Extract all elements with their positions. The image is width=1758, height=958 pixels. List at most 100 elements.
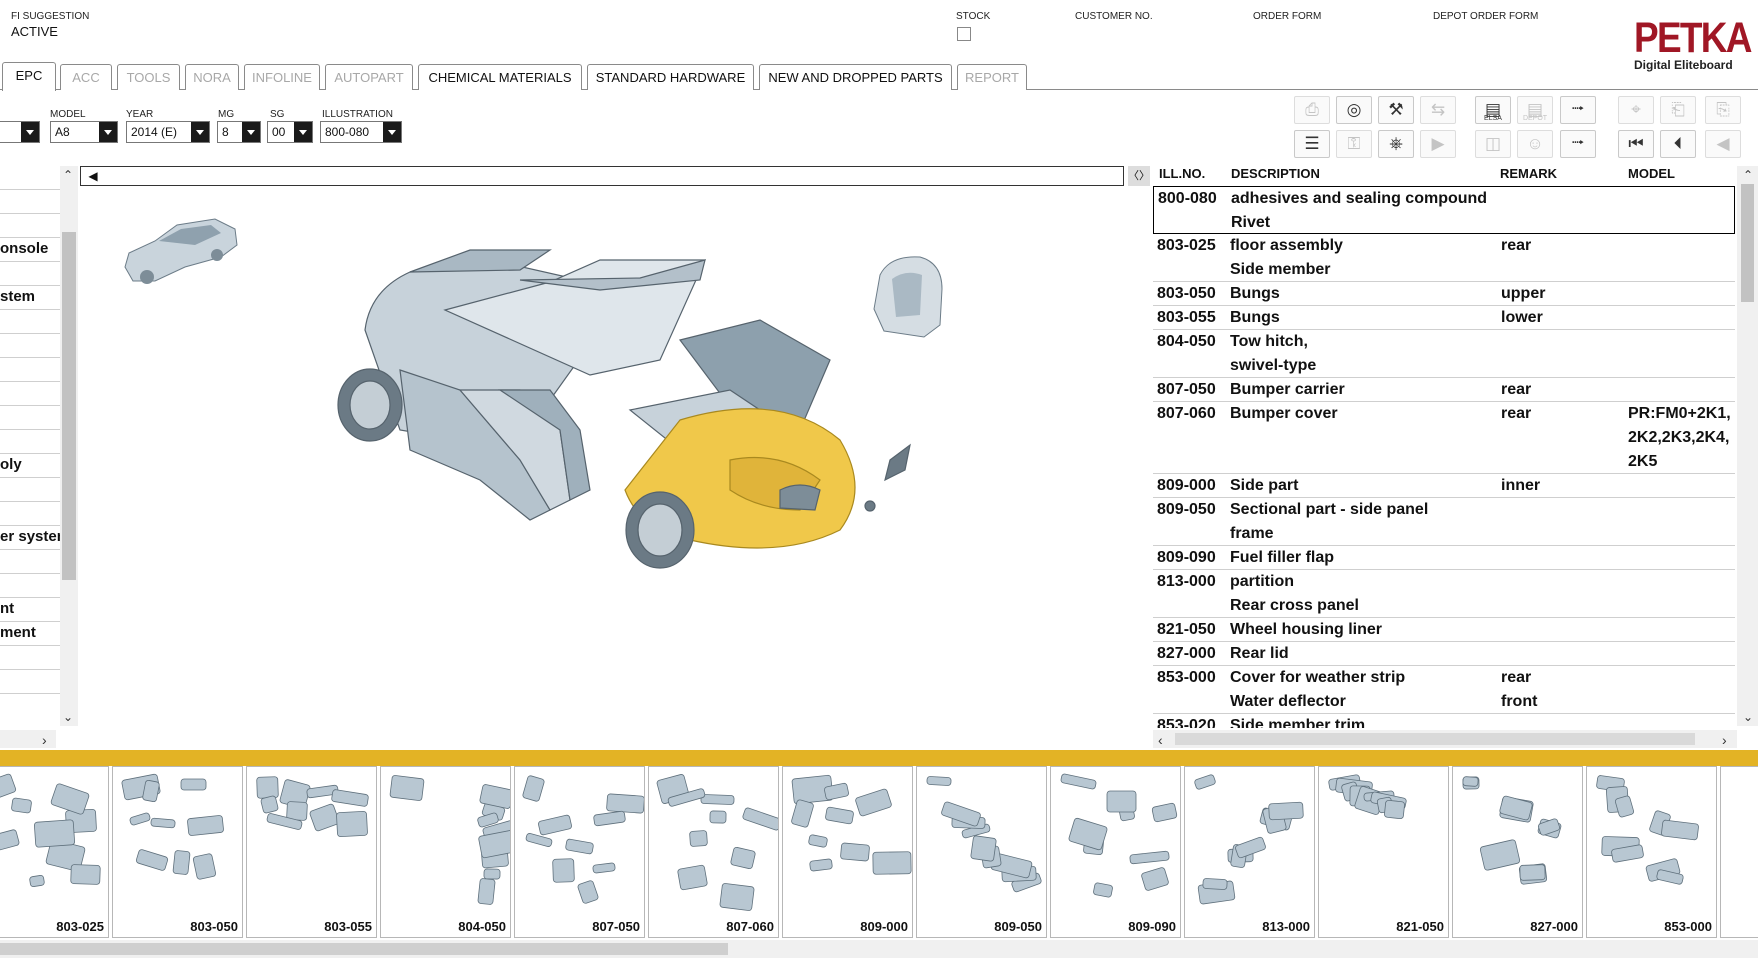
key-button[interactable]: ⚿	[1336, 130, 1372, 158]
left-list-item[interactable]	[0, 214, 60, 238]
depot-order-form-label[interactable]: DEPOT ORDER FORM	[1433, 11, 1538, 22]
stock-checkbox[interactable]	[957, 27, 971, 41]
scroll-left-icon[interactable]: ◀	[82, 167, 104, 185]
left-list-item[interactable]	[0, 646, 60, 670]
pin-button[interactable]: ⌖	[1618, 96, 1654, 124]
illustration-thumbnail[interactable]: 804-050	[380, 766, 511, 938]
left-list-item[interactable]	[0, 358, 60, 382]
left-list-item[interactable]	[0, 430, 60, 454]
illustration-thumbnail[interactable]: 803-025	[0, 766, 109, 938]
tab-autopart[interactable]: AUTOPART	[325, 64, 413, 90]
left-list-hscrollbar[interactable]	[0, 730, 56, 748]
col-ill-no[interactable]: ILL.NO.	[1159, 166, 1205, 186]
left-list-scrollbar[interactable]	[60, 166, 78, 726]
cart-arrow-button[interactable]: ⭬	[1560, 96, 1596, 124]
table-row[interactable]: 804-050 Tow hitch, swivel-type	[1153, 330, 1735, 378]
illustration-thumbnail[interactable]: 807-060	[648, 766, 779, 938]
table-row[interactable]: 853-000 Cover for weather strip Water defl…	[1153, 666, 1735, 714]
table-scroll-thumb[interactable]	[1741, 184, 1754, 302]
table-row[interactable]: 827-000 Rear lid	[1153, 642, 1735, 666]
back-button[interactable]: ⏴	[1660, 130, 1696, 158]
windows-button[interactable]: ◫	[1475, 130, 1511, 158]
thumbnail-scroll-thumb[interactable]	[0, 943, 728, 955]
table-row[interactable]: 809-000 Side part inner	[1153, 474, 1735, 498]
left-list-item[interactable]	[0, 310, 60, 334]
table-row[interactable]: 809-050 Sectional part - side panel frame	[1153, 498, 1735, 546]
left-list-item[interactable]	[0, 478, 60, 502]
mg-select[interactable]: 8	[217, 121, 261, 143]
table-hscroll-thumb[interactable]	[1175, 733, 1695, 745]
table-scroll-left-icon[interactable]: ‹	[1158, 732, 1163, 748]
tab-chemical-materials[interactable]: CHEMICAL MATERIALS	[418, 64, 582, 90]
tab-acc[interactable]: ACC	[60, 64, 112, 90]
illustration-thumbnail[interactable]: 813-000	[1184, 766, 1315, 938]
tab-epc[interactable]: EPC	[2, 62, 56, 91]
left-list-item[interactable]	[0, 166, 60, 190]
page-next-button[interactable]: ⎘	[1705, 96, 1741, 124]
illustration-thumbnail[interactable]: 809-050	[916, 766, 1047, 938]
left-list-item[interactable]: er system	[0, 526, 60, 550]
tab-tools[interactable]: TOOLS	[117, 64, 180, 90]
table-row[interactable]: 813-000 partition Rear cross panel	[1153, 570, 1735, 618]
illustration-scrollbar[interactable]	[80, 166, 1124, 186]
left-list-item[interactable]	[0, 382, 60, 406]
print-button[interactable]: ⎙	[1294, 96, 1330, 124]
left-list-item[interactable]: stem	[0, 286, 60, 310]
table-row[interactable]: 803-025 floor assembly Side member rear	[1153, 234, 1735, 282]
play-dash-button[interactable]: ▶	[1420, 130, 1456, 158]
elsa-button[interactable]: ▤ ELSA	[1475, 96, 1511, 124]
table-hscrollbar[interactable]	[1153, 730, 1737, 748]
left-list-item[interactable]	[0, 190, 60, 214]
scroll-down-icon[interactable]: ⌄	[63, 710, 73, 724]
cart-button[interactable]: ⭬	[1560, 130, 1596, 158]
illustration-thumbnail[interactable]: 821-050	[1318, 766, 1449, 938]
year-select[interactable]: 2014 (E)	[126, 121, 210, 143]
page-prev-button[interactable]: ⎗	[1660, 96, 1696, 124]
left-list-item[interactable]: oly	[0, 454, 60, 478]
sg-select[interactable]: 00	[267, 121, 313, 143]
hide-illustration-icon[interactable]: 〈〉	[1128, 166, 1150, 186]
tab-report[interactable]: REPORT	[957, 64, 1027, 90]
left-list-item[interactable]: ment	[0, 622, 60, 646]
table-row[interactable]: 807-050 Bumper carrier rear	[1153, 378, 1735, 402]
tab-new-and-dropped-parts[interactable]: NEW AND DROPPED PARTS	[759, 64, 952, 90]
table-row[interactable]: 821-050 Wheel housing liner	[1153, 618, 1735, 642]
left-list-item[interactable]	[0, 550, 60, 574]
col-model[interactable]: MODEL	[1628, 166, 1675, 186]
steering-button[interactable]: ⎈	[1378, 130, 1414, 158]
table-row[interactable]: 803-050 Bungs upper	[1153, 282, 1735, 306]
left-list-item[interactable]	[0, 262, 60, 286]
left-list-item[interactable]	[0, 574, 60, 598]
table-row[interactable]: 803-055 Bungs lower	[1153, 306, 1735, 330]
tab-standard-hardware[interactable]: STANDARD HARDWARE	[587, 64, 754, 90]
thumbnail-scrollbar[interactable]	[0, 940, 1758, 958]
table-scrollbar[interactable]	[1737, 166, 1758, 726]
illustration-thumbnail[interactable]: 827-000	[1452, 766, 1583, 938]
left-list-scroll-thumb[interactable]	[62, 232, 76, 580]
table-scroll-down-icon[interactable]: ⌄	[1743, 710, 1753, 724]
first-button[interactable]: ⏮	[1618, 130, 1654, 158]
brand-select[interactable]	[0, 121, 40, 143]
compare-button[interactable]: ⇆	[1420, 96, 1456, 124]
tab-nora[interactable]: NORA	[185, 64, 239, 90]
table-row[interactable]: 809-090 Fuel filler flap	[1153, 546, 1735, 570]
customer-no-label[interactable]: CUSTOMER NO.	[1075, 11, 1153, 22]
tab-infoline[interactable]: INFOLINE	[244, 64, 320, 90]
list-button[interactable]: ☰	[1294, 130, 1330, 158]
scroll-up-icon[interactable]: ⌃	[63, 168, 73, 182]
illustration-thumbnail[interactable]: 803-050	[112, 766, 243, 938]
illustration-thumbnail[interactable]: 809-000	[782, 766, 913, 938]
illustration-select[interactable]: 800-080	[320, 121, 402, 143]
table-row[interactable]: 800-080 adhesives and sealing compound Riv…	[1153, 186, 1735, 234]
illustration-thumbnail[interactable]: 803-055	[246, 766, 377, 938]
depot-button[interactable]: ▤ DEPOT	[1517, 96, 1553, 124]
left-list-item[interactable]	[0, 670, 60, 694]
illustration-thumbnail[interactable]: 809-090	[1050, 766, 1181, 938]
left-list-item[interactable]: nt	[0, 598, 60, 622]
model-select[interactable]: A8	[50, 121, 118, 143]
col-remark[interactable]: REMARK	[1500, 166, 1557, 186]
illustration-thumbnail[interactable]: 807-050	[514, 766, 645, 938]
col-description[interactable]: DESCRIPTION	[1231, 166, 1320, 186]
left-list-item[interactable]	[0, 502, 60, 526]
left-list-item[interactable]: onsole	[0, 238, 60, 262]
